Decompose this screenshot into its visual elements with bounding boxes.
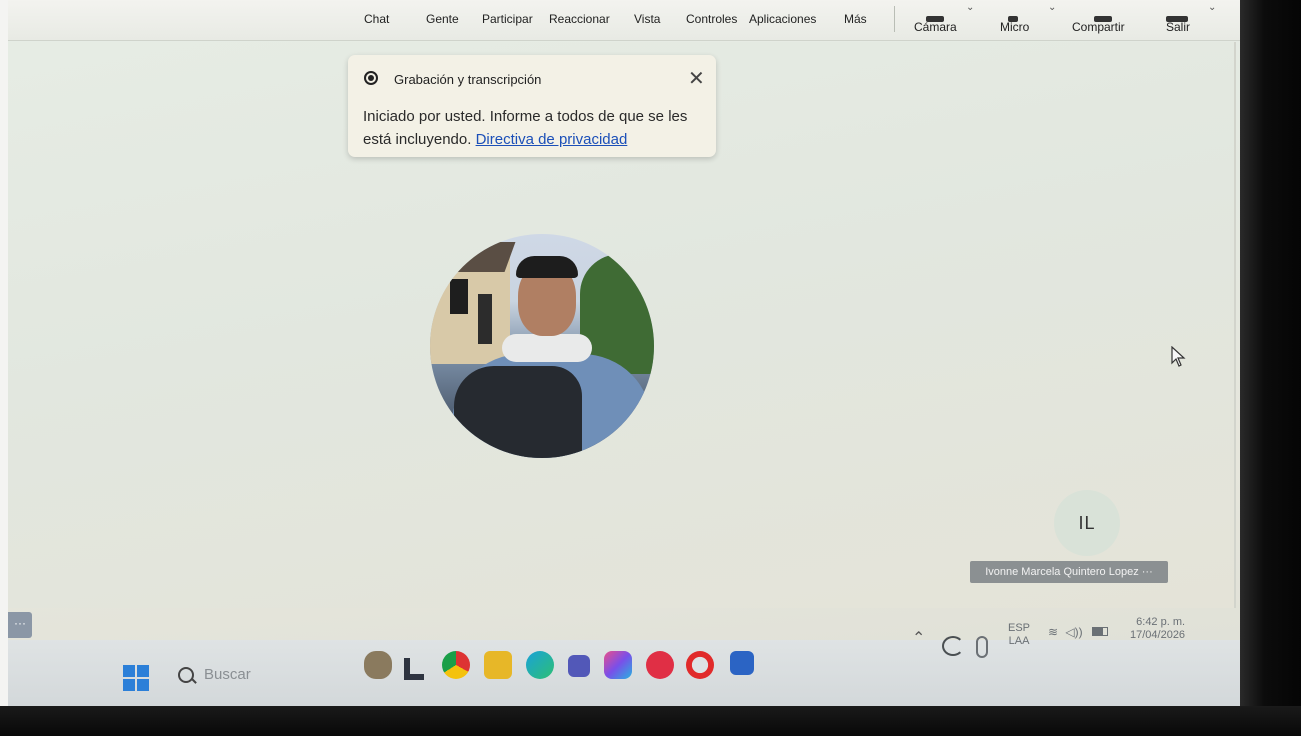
search-icon: [178, 666, 194, 683]
avatar-photo-scarf: [502, 334, 592, 362]
camera-icon: [926, 16, 944, 22]
taskbar-search[interactable]: Buscar: [178, 666, 251, 683]
toolbar-join-button[interactable]: Participar: [482, 12, 533, 26]
word-icon[interactable]: [730, 651, 754, 675]
task-view-icon[interactable]: [404, 658, 424, 680]
toolbar-react-button[interactable]: Reaccionar: [549, 12, 610, 26]
keyboard-layout: LAA: [1008, 635, 1030, 647]
notification-body: Iniciado por usted. Informe a todos de q…: [363, 105, 708, 151]
monitor-bezel-bottom: [0, 706, 1301, 736]
widgets-icon[interactable]: [364, 651, 392, 679]
leave-options-chevron-icon[interactable]: ⌄: [1208, 2, 1216, 13]
recording-notification: Grabación y transcripción ✕ Iniciado por…: [348, 55, 716, 157]
mic-button[interactable]: Micro: [1000, 16, 1030, 34]
meeting-toolbar: Chat Gente Participar Reaccionar Vista C…: [8, 0, 1242, 41]
clock[interactable]: 6:42 p. m. 17/04/2026: [1130, 616, 1185, 642]
start-icon-tile-1: [123, 665, 135, 677]
camera-button[interactable]: Cámara: [914, 16, 957, 34]
teams-icon[interactable]: [568, 655, 590, 677]
share-icon: [1094, 16, 1112, 22]
chrome-icon[interactable]: [442, 651, 470, 679]
wifi-icon: ≋: [1048, 625, 1059, 639]
opera-icon[interactable]: [686, 651, 714, 679]
notification-title: Grabación y transcripción: [394, 72, 542, 87]
toolbar-view-label: Vista: [634, 12, 661, 26]
show-hidden-icons-chevron-icon[interactable]: ⌃: [912, 631, 925, 647]
share-label: Compartir: [1072, 20, 1125, 34]
battery-icon: [1091, 627, 1108, 636]
toolbar-controls-label: Controles: [686, 12, 738, 26]
toolbar-divider: [894, 6, 895, 32]
search-placeholder: Buscar: [204, 666, 251, 683]
teams-meeting-window: Chat Gente Participar Reaccionar Vista C…: [8, 0, 1242, 706]
monitor-bezel-right: [1240, 0, 1301, 736]
side-more-button[interactable]: ···: [8, 612, 32, 638]
avatar-photo-hair: [516, 256, 578, 278]
sync-icon[interactable]: [942, 636, 964, 656]
toolbar-people-button[interactable]: Gente: [426, 12, 459, 26]
start-icon-tile-2: [137, 665, 149, 677]
start-icon-tile-4: [137, 679, 149, 691]
toolbar-more-button[interactable]: Más: [844, 12, 867, 26]
recording-icon: [364, 71, 378, 85]
network-volume-battery[interactable]: ≋ ◁)): [1048, 626, 1108, 639]
share-button[interactable]: Compartir: [1072, 16, 1125, 34]
mic-icon: [1008, 16, 1018, 22]
participant-name-tag: Ivonne Marcela Quintero Lopez ···: [970, 561, 1168, 583]
clock-time: 6:42 p. m.: [1136, 616, 1186, 628]
windows-taskbar: Buscar ⌃ ESP LAA ≋ ◁)) 6:42 p. m. 17/04/…: [8, 616, 1242, 706]
volume-icon: ◁)): [1065, 625, 1083, 639]
toolbar-people-label: Gente: [426, 12, 459, 26]
avatar-photo-door: [478, 294, 492, 344]
file-explorer-icon[interactable]: [484, 651, 512, 679]
participant-more-options[interactable]: ···: [1142, 566, 1153, 578]
toolbar-chat-button[interactable]: Chat: [364, 12, 389, 26]
screen-edge-light: [0, 0, 8, 736]
avatar-photo-backpack: [454, 366, 582, 458]
taskbar-apps: [364, 651, 844, 682]
toolbar-apps-button[interactable]: Aplicaciones: [749, 12, 816, 26]
toolbar-chat-label: Chat: [364, 12, 390, 26]
hang-up-icon: [1166, 16, 1188, 22]
participant-avatar-photo: [430, 234, 654, 458]
toolbar-react-label: Reaccionar: [549, 12, 610, 26]
start-icon-tile-3: [123, 679, 135, 691]
toolbar-view-button[interactable]: Vista: [634, 12, 660, 26]
start-button[interactable]: [123, 665, 149, 691]
toolbar-apps-label: Aplicaciones: [749, 12, 817, 26]
clock-date: 17/04/2026: [1130, 629, 1186, 641]
avatar-photo-window: [450, 279, 468, 314]
toolbar-controls-button[interactable]: Controles: [686, 12, 737, 26]
mic-label: Micro: [1000, 20, 1030, 34]
camera-label: Cámara: [914, 20, 957, 34]
close-icon[interactable]: ✕: [688, 66, 705, 91]
edge-icon[interactable]: [526, 651, 554, 679]
language-code: ESP: [1008, 622, 1031, 634]
toolbar-more-label: Más: [844, 12, 867, 26]
leave-button[interactable]: Salir: [1166, 16, 1191, 34]
participant-name: Ivonne Marcela Quintero Lopez: [985, 566, 1139, 578]
language-indicator[interactable]: ESP LAA: [1008, 622, 1030, 648]
copilot-icon[interactable]: [604, 651, 632, 679]
camera-options-chevron-icon[interactable]: ⌄: [966, 2, 974, 13]
mic-options-chevron-icon[interactable]: ⌄: [1048, 2, 1056, 13]
avatar-photo-roof: [434, 242, 516, 272]
media-player-icon[interactable]: [646, 651, 674, 679]
participant-initials[interactable]: IL: [1054, 490, 1120, 556]
toolbar-join-label: Participar: [482, 12, 533, 26]
mouse-pointer-icon: [1171, 346, 1186, 367]
privacy-policy-link[interactable]: Directiva de privacidad: [476, 131, 628, 148]
leave-label: Salir: [1166, 20, 1191, 34]
microphone-in-use-icon[interactable]: [976, 636, 988, 658]
